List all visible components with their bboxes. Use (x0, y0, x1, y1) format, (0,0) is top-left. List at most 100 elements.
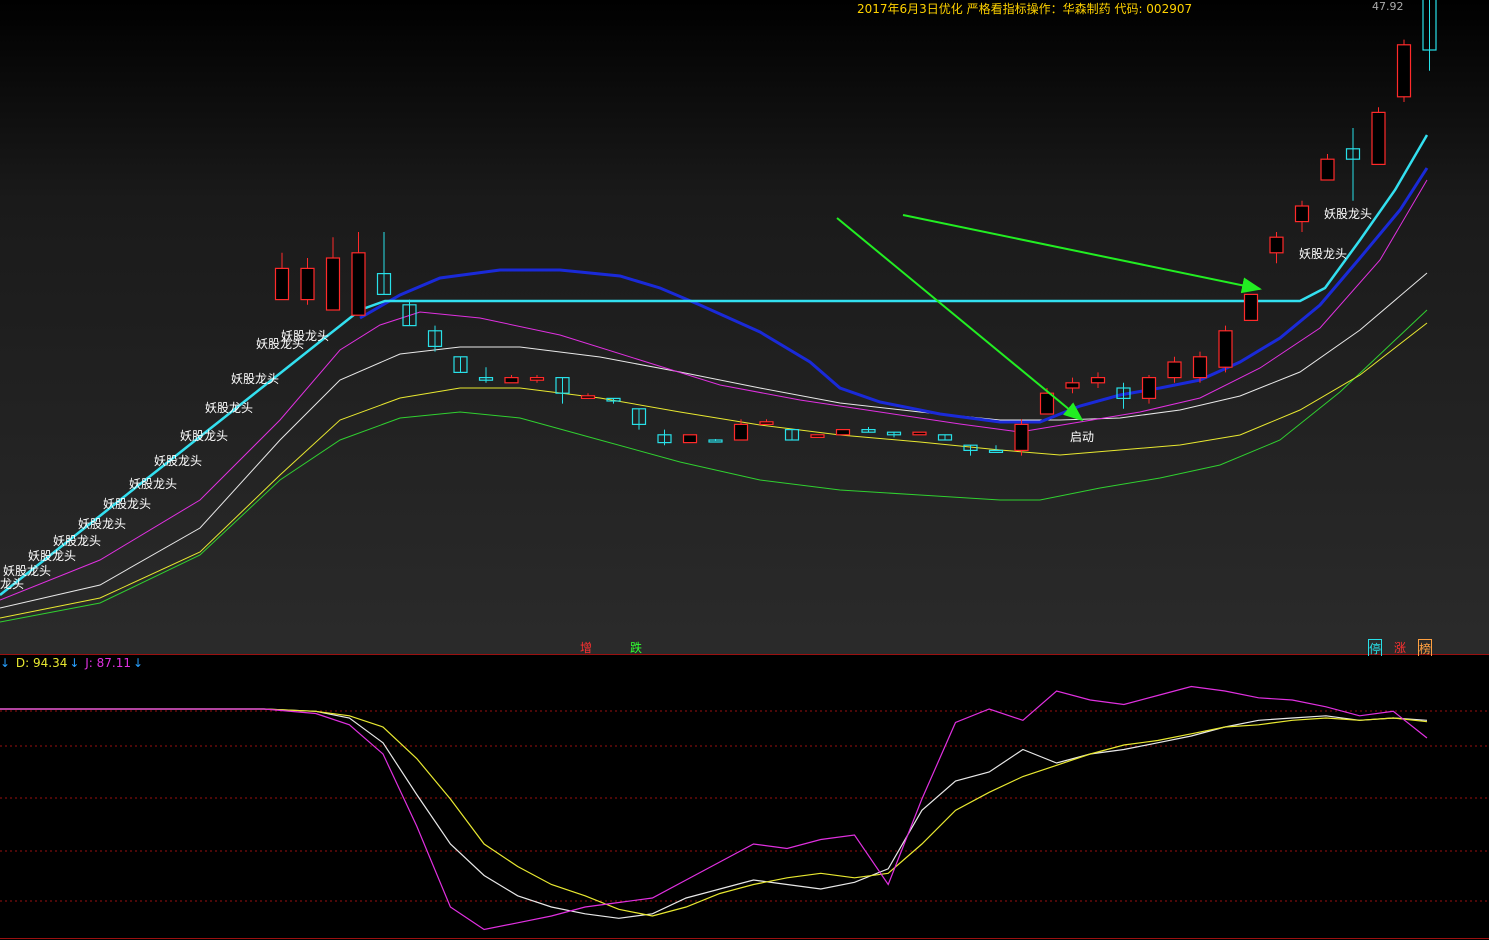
tag-zeng: 增 (580, 641, 593, 655)
candle (376, 232, 392, 296)
candle (1065, 377, 1080, 394)
candle (631, 408, 647, 430)
ma-green-line (0, 309, 1428, 623)
candle (1218, 325, 1233, 373)
start-label: 启动 (1070, 430, 1094, 444)
kdj-series-d (0, 708, 1428, 917)
candle (1269, 232, 1284, 264)
candle (1396, 39, 1412, 102)
chart-title: 2017年6月3日优化 严格看指标操作：华森制药 代码: 002907 (857, 2, 1193, 16)
candle-body (325, 257, 341, 311)
signal-label: 妖股龙头 (1299, 247, 1347, 261)
candle (1090, 372, 1106, 388)
candle (300, 258, 315, 305)
candle-body (1320, 158, 1335, 181)
candle (274, 252, 290, 301)
candle-body (1141, 377, 1157, 400)
legend-j-arrow-icon: ↓ (132, 656, 144, 670)
candle (1014, 419, 1029, 456)
candle (1243, 293, 1259, 321)
candle (504, 375, 519, 384)
candle-body (1243, 293, 1259, 321)
signal-label: 妖股龙头 (281, 329, 329, 343)
price-chart-panel: 龙头 妖股龙头 妖股龙头 妖股龙头 妖股龙头 妖股龙头 妖股龙头 妖股龙头 妖股龙头 妖股龙头 妖股… (0, 0, 1489, 658)
green-arrow-2 (902, 214, 1262, 294)
candle (937, 434, 953, 441)
candle (1371, 107, 1386, 166)
green-arrow-1 (836, 217, 1084, 422)
signal-label: 妖股龙头 (78, 517, 126, 531)
candle (325, 237, 341, 311)
support-cyan-line (0, 134, 1429, 596)
legend-d-value: D: 94.34 (15, 656, 68, 670)
candle (555, 377, 570, 404)
candle (912, 431, 927, 436)
candle-body (1090, 377, 1106, 384)
signal-label: 妖股龙头 (231, 372, 279, 386)
signal-label: 妖股龙头 (53, 534, 101, 548)
ma-blue-line (359, 167, 1429, 424)
candle (708, 438, 723, 443)
signal-label: 妖股龙头 (3, 564, 51, 578)
kdj-series-k (0, 708, 1428, 919)
candle-body (912, 431, 927, 436)
signal-label: 龙头 (0, 577, 24, 591)
candle-body (682, 434, 698, 444)
candle (351, 232, 366, 316)
candle-body (1039, 392, 1055, 415)
candle (427, 325, 443, 352)
candle-body (1218, 330, 1233, 368)
ma-yellow-line (0, 322, 1428, 619)
candle-body (1192, 356, 1208, 379)
kdj-legend: ↓ D: 94.34 ↓ J: 87.11 ↓ (0, 656, 145, 670)
signal-label: 妖股龙头 (154, 454, 202, 468)
ma-magenta-line (0, 179, 1428, 601)
candle-body (1269, 236, 1284, 254)
candle (784, 429, 800, 441)
candle (759, 419, 774, 425)
candle-body (1065, 382, 1080, 389)
candle (835, 429, 851, 436)
price-top-label: 47.92 (1372, 0, 1404, 13)
candle-body (351, 252, 366, 316)
candle (529, 375, 545, 383)
candle (682, 434, 698, 444)
candle-body (504, 377, 519, 384)
candle (886, 431, 902, 438)
candle (1141, 375, 1157, 404)
candle (1192, 351, 1208, 383)
tag-die: 跌 (630, 641, 643, 655)
candle (1167, 356, 1182, 383)
signal-label: 妖股龙头 (28, 549, 76, 563)
legend-d-arrow-icon: ↓ (69, 656, 80, 670)
candle (402, 299, 417, 327)
legend-arrow-icon: ↓ (0, 656, 11, 670)
tag-zhang[interactable]: 涨 (1394, 639, 1406, 656)
candle (861, 427, 876, 433)
candle-body (835, 429, 851, 436)
kdj-indicator-panel (0, 656, 1489, 940)
kdj-series-j (0, 685, 1428, 931)
candle-body (1371, 111, 1386, 166)
candle-body (733, 423, 749, 441)
candle (1294, 200, 1310, 232)
candle (1320, 154, 1335, 181)
candle (478, 367, 494, 383)
candle-body (988, 449, 1004, 453)
candle-body (529, 377, 545, 381)
candle-body (810, 434, 825, 438)
candle (1345, 128, 1361, 201)
candle-body (580, 395, 596, 399)
candle-body (1014, 423, 1029, 451)
candle-body (300, 267, 315, 301)
candle (810, 434, 825, 438)
candle-body (1167, 361, 1182, 379)
candle (1422, 0, 1437, 71)
candle-body (759, 421, 774, 425)
signal-label: 妖股龙头 (205, 401, 253, 415)
kdj-chart-svg (0, 685, 1489, 939)
legend-j-value: J: 87.11 (85, 656, 131, 670)
candle-body (274, 267, 290, 301)
candle-body (1396, 44, 1412, 98)
signal-label: 妖股龙头 (103, 497, 151, 511)
